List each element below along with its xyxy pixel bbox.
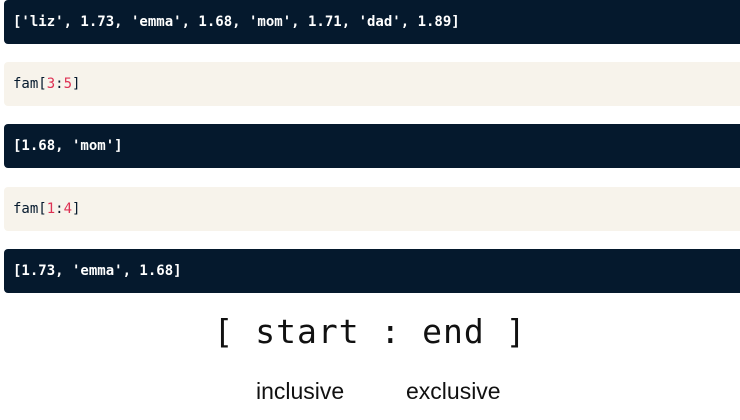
slice-colon: : [55, 76, 64, 92]
slice-start: 3 [46, 76, 56, 92]
code-prefix: fam[ [13, 76, 47, 92]
code-suffix: ] [72, 201, 81, 217]
code-suffix: ] [72, 76, 81, 92]
slice-end: 5 [63, 76, 73, 92]
slice-start: 1 [46, 201, 56, 217]
output-cell-slice-3-5: [1.68, 'mom'] [4, 124, 740, 168]
input-cell-slice-1-4: fam[1:4] [4, 187, 740, 231]
code-prefix: fam[ [13, 201, 47, 217]
slice-colon: : [55, 201, 64, 217]
output-text: ['liz', 1.73, 'emma', 1.68, 'mom', 1.71,… [13, 14, 460, 30]
output-cell-full-list: ['liz', 1.73, 'emma', 1.68, 'mom', 1.71,… [4, 0, 740, 44]
exclusive-label: exclusive [406, 378, 501, 404]
input-cell-slice-3-5: fam[3:5] [4, 62, 740, 106]
output-text: [1.73, 'emma', 1.68] [13, 263, 182, 279]
output-cell-slice-1-4: [1.73, 'emma', 1.68] [4, 249, 740, 293]
inclusive-label: inclusive [256, 378, 345, 404]
slice-end: 4 [63, 201, 73, 217]
slice-syntax-diagram: [ start : end ] [213, 312, 527, 351]
output-text: [1.68, 'mom'] [13, 138, 123, 154]
